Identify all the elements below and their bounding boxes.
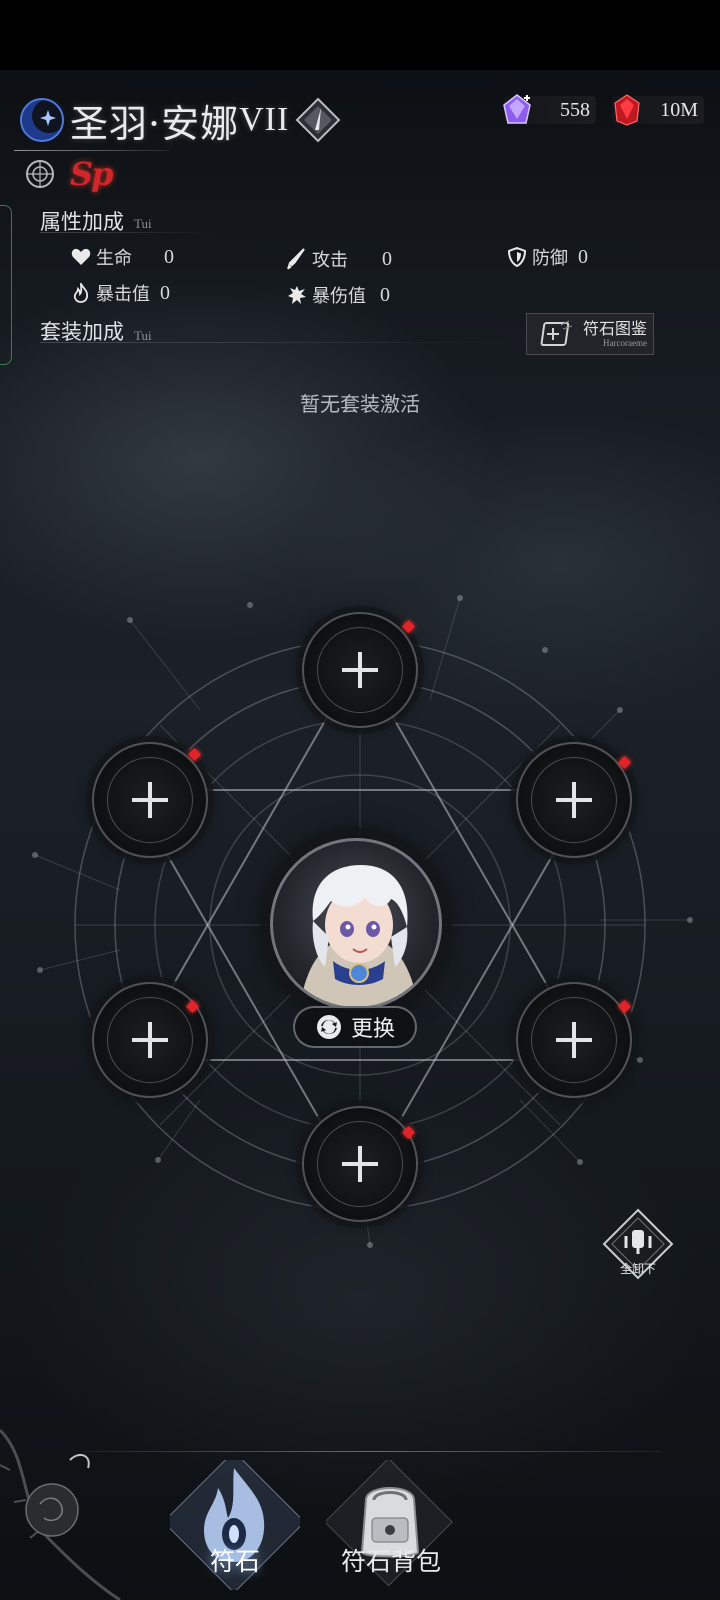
stat-label: 防御 [532,248,568,269]
rune-slot-top[interactable] [302,612,418,728]
sp-rarity-badge: Sp [70,155,114,193]
title-divider [14,150,169,151]
set-bonus-divider [40,342,510,343]
attribute-bonus-subtitle: Tui [134,216,152,231]
stat-attack: 攻击 0 [286,246,392,272]
tab-rune-bag-label: 符石背包 [340,1547,441,1576]
stat-value: 0 [382,247,392,270]
unequip-all-button[interactable]: 全卸下 [602,1208,674,1280]
stat-crit-damage: 暴伤值 0 [286,282,390,308]
stat-label: 生命 [96,248,132,269]
rune-slot-lower-left[interactable] [92,982,208,1098]
character-rank: VII [239,101,290,138]
swap-label: 更换 [350,1017,395,1042]
rune-slot-upper-right[interactable] [516,742,632,858]
stat-label: 暴击值 [96,284,150,305]
flame-icon [70,282,92,304]
role-row: Sp [24,155,114,193]
stat-value: 0 [380,283,390,306]
codex-sublabel: Harcoraeme [603,338,648,348]
no-set-active-text: 暂无套装激活 [300,392,420,416]
stat-value: 0 [578,245,588,268]
shield-icon [506,246,528,268]
stat-value: 0 [164,245,174,268]
rune-slot-upper-left[interactable] [92,742,208,858]
unequip-all-label: 全卸下 [619,1262,656,1276]
stat-value: 0 [160,281,170,304]
swap-character-button[interactable]: 更换 [293,1006,417,1048]
character-portrait[interactable] [270,838,442,1010]
decorative-rose-vine [0,1428,121,1600]
ruby-currency[interactable]: 10M [612,92,704,128]
plus-icon [342,1146,378,1182]
side-drawer-handle[interactable] [0,205,12,365]
attribute-divider [40,232,220,233]
rune-slot-bottom[interactable] [302,1106,418,1222]
burst-icon [286,284,308,306]
stat-hp: 生命 0 [70,244,174,270]
plus-icon [132,1022,168,1058]
rune-codex-button[interactable]: 符石图鉴 Harcoraeme [526,313,654,355]
heart-icon [70,246,92,268]
purple-crystal-icon [503,94,531,124]
stat-defense: 防御 0 [506,244,588,270]
refresh-icon [316,1015,341,1039]
character-name: 圣羽·安娜 [70,101,240,146]
status-bar-area [0,0,720,70]
rank-diamond-icon[interactable] [295,97,341,143]
ruby-amount: 10M [660,98,698,121]
tab-runes[interactable]: 符石 [162,1450,306,1594]
compass-class-icon [26,160,54,188]
stat-crit: 暴击值 0 [70,280,170,306]
tab-runes-label: 符石 [209,1547,260,1576]
plus-icon [132,782,168,818]
crystal-amount: 558 [560,98,590,121]
character-avatar [297,865,421,1007]
book-icon [540,320,573,346]
sword-icon [286,248,308,270]
plus-icon [342,652,378,688]
plus-icon [556,782,592,818]
stat-label: 攻击 [312,250,348,271]
crystal-currency[interactable]: 558 [500,92,596,128]
nav-divider [82,1451,662,1452]
codex-label: 符石图鉴 [583,319,648,338]
stat-label: 暴伤值 [312,286,366,307]
crescent-moon-icon [18,96,66,144]
red-ruby-icon [614,94,640,126]
rune-slot-lower-right[interactable] [516,982,632,1098]
plus-icon [556,1022,592,1058]
tab-rune-bag[interactable]: 符石背包 [324,1457,456,1590]
character-title: 圣羽·安娜 VII [18,90,341,150]
